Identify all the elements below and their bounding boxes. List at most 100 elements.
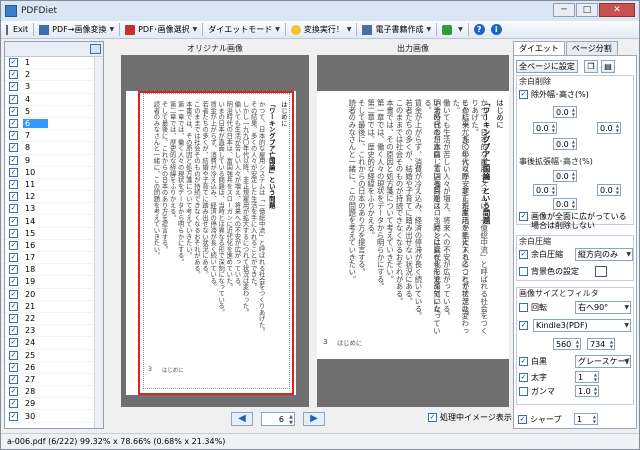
page-checkbox[interactable]: ✓ xyxy=(9,106,18,116)
checkbox-checked[interactable]: ✓ xyxy=(428,413,437,422)
paste-settings-button[interactable]: ▤ xyxy=(601,60,615,73)
page-list-item[interactable]: ✓ 4 xyxy=(5,94,103,106)
bg-color-checkbox[interactable] xyxy=(519,267,528,276)
page-checkbox[interactable]: ✓ xyxy=(9,155,18,165)
page-checkbox[interactable]: ✓ xyxy=(9,301,18,311)
page-list-item[interactable]: ✓ 28 xyxy=(5,386,103,399)
page-checkbox[interactable]: ✓ xyxy=(9,119,18,129)
bg-color-swatch[interactable] xyxy=(595,266,607,277)
page-list-item[interactable]: ✓ 2 xyxy=(5,69,103,82)
rotate-checkbox[interactable] xyxy=(519,303,528,312)
page-checkbox[interactable]: ✓ xyxy=(9,314,18,324)
page-list-item[interactable]: ✓ 23 xyxy=(5,325,103,338)
page-list[interactable]: ✓ 1 ✓ 2 ✓ 3 ✓ 4 ✓ 5 ✓ 6 ✓ 7 ✓ 8 ✓ 9 ✓ 10 ✓ 11 ✓ 12 ✓ 13 ✓ 14 ✓ 15 ✓ 16 ✓… xyxy=(4,41,104,429)
run-button[interactable]: 変換実行！ ▼ xyxy=(288,22,355,38)
page-checkbox[interactable]: ✓ xyxy=(9,253,18,263)
maximize-button[interactable]: □ xyxy=(576,3,598,17)
close-button[interactable]: ✕ xyxy=(599,3,635,17)
spinner-icon[interactable]: ▲ ▼ xyxy=(289,414,293,426)
process-image-toggle[interactable]: ✓ 処理中イメージ表示 xyxy=(428,412,512,423)
next-page-button[interactable]: ▶ xyxy=(303,412,325,426)
page-checkbox[interactable]: ✓ xyxy=(9,179,18,189)
post-left-input[interactable]: 0.0 ▲ ▼ xyxy=(533,184,557,196)
apply-all-pages-button[interactable]: 全ページに設定 xyxy=(516,60,578,73)
page-list-item[interactable]: ✓ 21 xyxy=(5,301,103,313)
page-list-item[interactable]: ✓ 12 xyxy=(5,191,103,204)
page-list-item[interactable]: ✓ 6 xyxy=(5,118,103,131)
device-checkbox[interactable]: ✓ xyxy=(519,321,528,330)
page-checkbox[interactable]: ✓ xyxy=(9,167,18,177)
page-list-item[interactable]: ✓ 27 xyxy=(5,374,103,387)
page-list-item[interactable]: ✓ 30 xyxy=(5,410,103,423)
page-checkbox[interactable]: ✓ xyxy=(9,58,18,68)
page-checkbox[interactable]: ✓ xyxy=(9,70,18,80)
tab-page-split[interactable]: ページ分割 xyxy=(565,41,618,55)
info-button[interactable]: i xyxy=(488,22,505,38)
page-checkbox[interactable]: ✓ xyxy=(9,216,18,226)
page-list-item[interactable]: ✓ 16 xyxy=(5,240,103,252)
page-list-item[interactable]: ✓ 20 xyxy=(5,289,103,301)
page-list-item[interactable]: ✓ 29 xyxy=(5,398,103,411)
post-bottom-input[interactable]: 0.0 ▲ ▼ xyxy=(553,198,577,210)
margin-bottom-input[interactable]: 0.0 ▲ ▼ xyxy=(553,138,577,150)
tab-diet[interactable]: ダイエット xyxy=(513,41,565,55)
ebook-button[interactable]: 電子書籍作成 ▼ xyxy=(359,22,434,38)
page-checkbox[interactable]: ✓ xyxy=(9,94,18,104)
margin-left-input[interactable]: 0.0 ▲ ▼ xyxy=(533,122,557,134)
page-list-item[interactable]: ✓ 25 xyxy=(5,350,103,362)
bw-mode-select[interactable]: グレースケール ▼ xyxy=(575,355,631,368)
rotate-select[interactable]: 右へ90° ▼ xyxy=(575,301,631,314)
height-input[interactable]: 734 ▲ ▼ xyxy=(587,338,615,350)
page-checkbox[interactable]: ✓ xyxy=(9,399,18,409)
margin-right-input[interactable]: 0.0 ▲ ▼ xyxy=(597,122,621,134)
page-list-item[interactable]: ✓ 24 xyxy=(5,337,103,350)
gamma-checkbox[interactable] xyxy=(519,387,528,396)
bw-checkbox[interactable]: ✓ xyxy=(519,357,528,366)
page-checkbox[interactable]: ✓ xyxy=(9,228,18,238)
page-checkbox[interactable]: ✓ xyxy=(9,265,18,275)
page-list-item[interactable]: ✓ 26 xyxy=(5,362,103,374)
page-list-item[interactable]: ✓ 8 xyxy=(5,142,103,155)
download-button[interactable]: ▼ xyxy=(439,22,466,38)
page-checkbox[interactable]: ✓ xyxy=(9,82,18,92)
minimize-button[interactable]: ─ xyxy=(553,3,575,17)
diet-mode-button[interactable]: ダイエットモード ▼ xyxy=(205,22,283,38)
post-right-input[interactable]: 0.0 ▲ ▼ xyxy=(597,184,621,196)
page-checkbox[interactable]: ✓ xyxy=(9,240,18,250)
page-checkbox[interactable]: ✓ xyxy=(9,362,18,372)
thickness-checkbox[interactable]: ✓ xyxy=(519,373,528,382)
compress-mode-select[interactable]: 縦方向のみ ▼ xyxy=(575,248,633,261)
margin-top-input[interactable]: 0.0 ▲ ▼ xyxy=(553,106,577,118)
page-list-item[interactable]: ✓ 1 xyxy=(5,57,103,70)
pdf-image-select-button[interactable]: PDF･画像選択 ▼ xyxy=(122,22,200,38)
page-checkbox[interactable]: ✓ xyxy=(9,411,18,421)
prev-page-button[interactable]: ◀ xyxy=(231,412,253,426)
page-list-item[interactable]: ✓ 11 xyxy=(5,179,103,192)
page-list-item[interactable]: ✓ 19 xyxy=(5,276,103,289)
page-checkbox[interactable]: ✓ xyxy=(9,387,18,397)
page-list-item[interactable]: ✓ 14 xyxy=(5,215,103,228)
page-list-item[interactable]: ✓ 5 xyxy=(5,106,103,118)
page-checkbox[interactable]: ✓ xyxy=(9,277,18,287)
help-button[interactable]: ? xyxy=(471,22,488,38)
sharpen-checkbox[interactable]: ✓ xyxy=(518,415,527,424)
exit-button[interactable]: Exit xyxy=(3,22,31,38)
page-checkbox[interactable]: ✓ xyxy=(9,131,18,141)
page-checkbox[interactable]: ✓ xyxy=(9,374,18,384)
page-checkbox[interactable]: ✓ xyxy=(9,289,18,299)
gamma-input[interactable]: 1.0 ▲ ▼ xyxy=(575,385,599,397)
page-list-scrollbar[interactable] xyxy=(94,57,103,428)
keep-full-image-checkbox[interactable]: ✓ xyxy=(519,212,528,221)
sharpen-input[interactable]: 1 ▲ ▼ xyxy=(574,413,598,425)
page-list-item[interactable]: ✓ 7 xyxy=(5,130,103,143)
page-checkbox[interactable]: ✓ xyxy=(9,192,18,202)
page-list-item[interactable]: ✓ 10 xyxy=(5,167,103,179)
thickness-input[interactable]: 1 ▲ ▼ xyxy=(575,371,599,383)
pdf-to-image-button[interactable]: PDF→画像変換 ▼ xyxy=(36,22,117,38)
copy-settings-button[interactable]: ❐ xyxy=(584,60,598,73)
page-number-input[interactable]: 6 ▲ ▼ xyxy=(261,412,295,426)
page-list-item[interactable]: ✓ 3 xyxy=(5,81,103,94)
page-list-item[interactable]: ✓ 22 xyxy=(5,313,103,326)
page-list-item[interactable]: ✓ 18 xyxy=(5,264,103,277)
page-checkbox[interactable]: ✓ xyxy=(9,350,18,360)
